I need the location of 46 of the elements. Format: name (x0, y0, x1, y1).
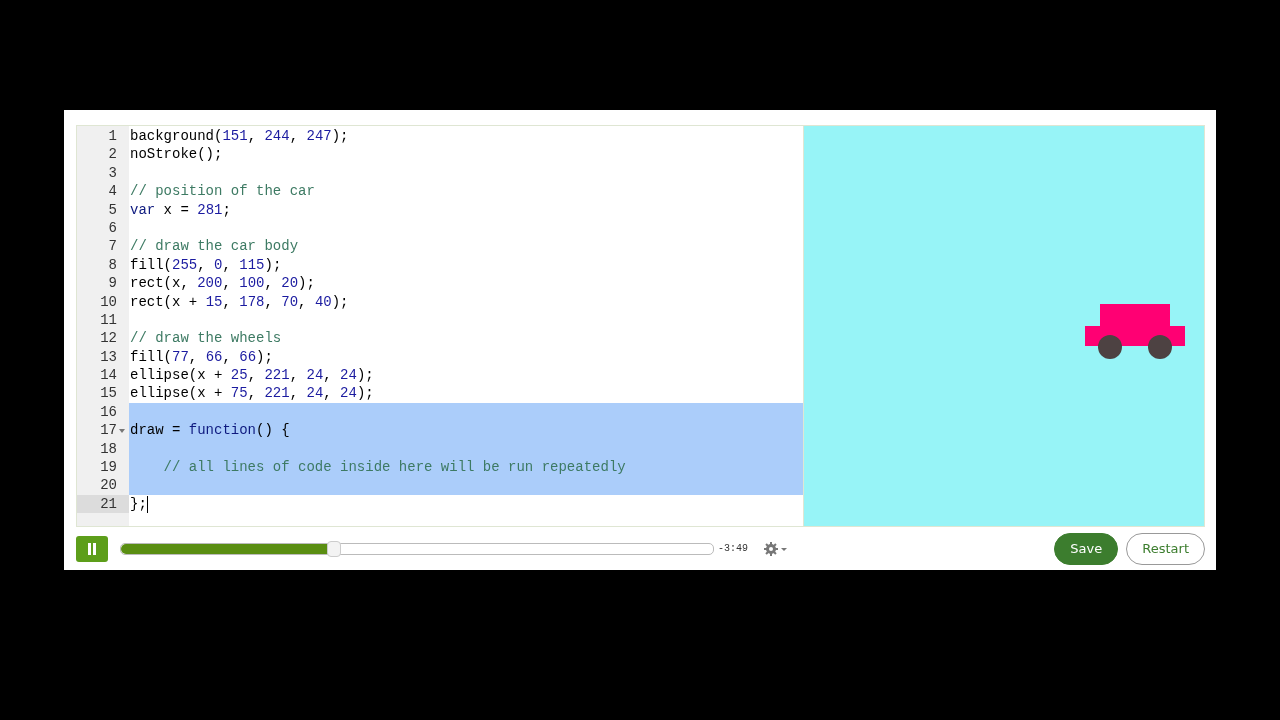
code-line: }; (129, 494, 149, 514)
pause-icon (87, 542, 97, 555)
line-number: 20 (100, 476, 117, 495)
code-line: var x = 281; (129, 200, 232, 219)
progress-track[interactable] (120, 542, 714, 555)
code-line: // draw the wheels (129, 329, 283, 348)
line-number: 10 (100, 292, 117, 311)
code-line: ellipse(x + 25, 221, 24, 24); (129, 366, 375, 385)
code-editor[interactable] (77, 126, 804, 526)
progress-handle[interactable] (327, 540, 342, 557)
line-number: 19 (100, 458, 117, 477)
settings-icon (764, 540, 788, 557)
time-remaining: -3:49 (718, 543, 748, 554)
line-number: 14 (100, 366, 117, 385)
restart-button[interactable]: Restart (1126, 532, 1205, 565)
line-number: 8 (108, 255, 117, 275)
line-number: 5 (108, 200, 117, 219)
code-line: // position of the car (129, 182, 316, 201)
line-number: 4 (108, 182, 117, 201)
code-line: fill(255, 0, 115); (129, 255, 283, 275)
text-cursor (146, 495, 148, 513)
line-number: 18 (100, 439, 117, 459)
code-line: background(151, 244, 247); (129, 127, 350, 146)
line-number: 11 (100, 310, 117, 330)
line-number: 21 (100, 494, 117, 514)
line-number: 16 (100, 402, 117, 422)
line-number: 17 (100, 421, 117, 440)
line-number: 2 (108, 145, 117, 164)
code-line: fill(77, 66, 66); (129, 347, 274, 367)
line-number: 9 (108, 274, 117, 293)
settings-button[interactable] (764, 540, 788, 557)
pause-button[interactable] (76, 535, 108, 562)
code-line: rect(x + 15, 178, 70, 40); (129, 292, 350, 311)
save-button[interactable]: Save (1054, 532, 1119, 565)
code-line: rect(x, 200, 100, 20); (129, 274, 316, 293)
fold-arrow-icon[interactable] (119, 429, 125, 434)
line-number: 13 (100, 347, 117, 367)
code-line: noStroke(); (129, 145, 224, 164)
line-number: 12 (100, 329, 117, 348)
line-number: 6 (108, 218, 117, 238)
line-number: 15 (100, 384, 117, 403)
code-line: // draw the car body (129, 237, 300, 256)
line-number: 1 (108, 127, 117, 146)
line-number: 3 (108, 163, 117, 183)
code-line: ellipse(x + 75, 221, 24, 24); (129, 384, 375, 403)
line-number: 7 (108, 237, 117, 256)
